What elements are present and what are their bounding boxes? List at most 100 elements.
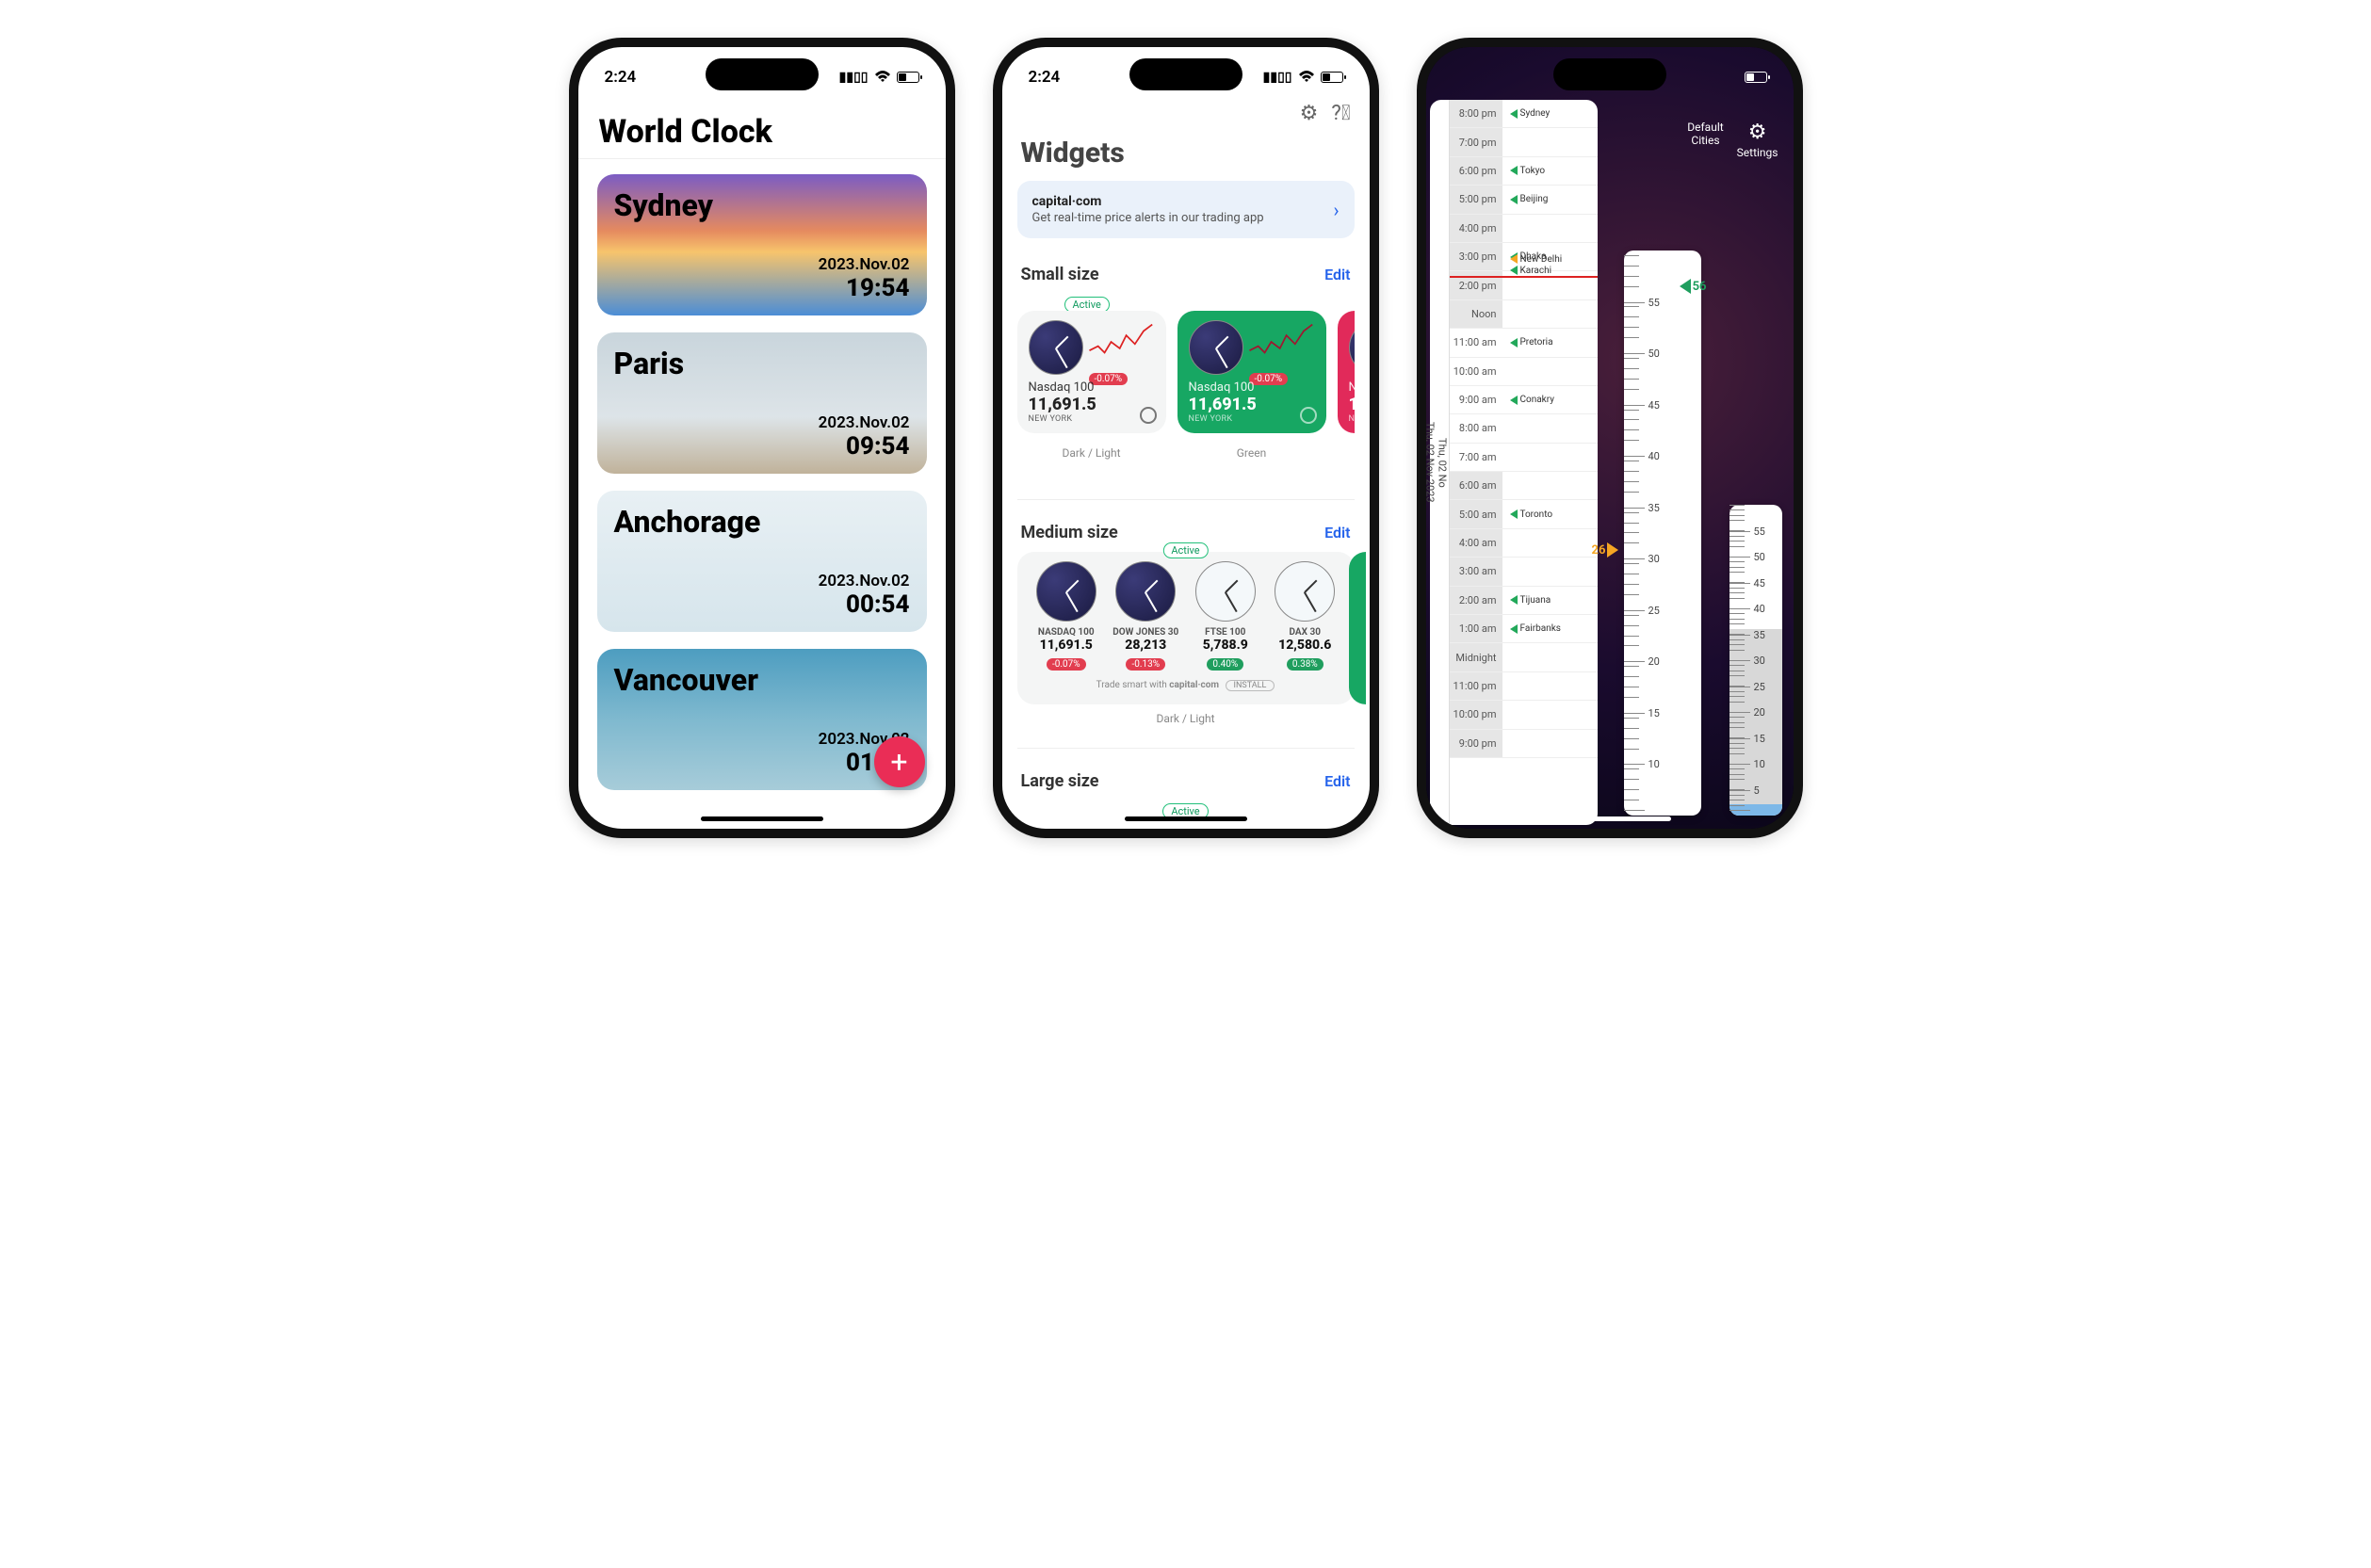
ruler-tick xyxy=(1624,410,1643,411)
ruler-main[interactable]: 55504540353025201510 56 26 xyxy=(1624,251,1701,816)
small-widget[interactable]: -0.07% Nasdaq 100 11,691.5 NEW YORK xyxy=(1177,311,1326,433)
notch xyxy=(1129,58,1242,90)
refresh-icon[interactable] xyxy=(1140,407,1157,424)
small-widgets-row[interactable]: -0.07% Nasdaq 100 11,691.5 NEW YORK -0.0… xyxy=(1017,311,1355,433)
hour-row[interactable]: 8:00 am xyxy=(1450,414,1598,443)
hour-row[interactable]: 2:00 am Tijuana xyxy=(1450,587,1598,615)
ruler-tick xyxy=(1624,337,1643,338)
ruler-tick xyxy=(1730,753,1748,754)
plus-icon: + xyxy=(890,744,907,780)
city-marker: Conakry xyxy=(1510,395,1554,405)
hour-label: 7:00 pm xyxy=(1450,128,1502,155)
city-card-anchorage[interactable]: Anchorage 2023.Nov.02 00:54 xyxy=(597,491,927,632)
city-time: 00:54 xyxy=(614,590,910,619)
small-widget[interactable]: -0.07% Nasdaq 100 11,691.5 NEW YORK xyxy=(1017,311,1166,433)
hour-label: 6:00 am xyxy=(1450,472,1502,499)
edit-button[interactable]: Edit xyxy=(1324,524,1350,542)
home-indicator[interactable] xyxy=(1125,816,1247,821)
current-time-line xyxy=(1450,276,1598,278)
ruler-tick xyxy=(1730,520,1748,521)
index-label: NASDAQ 100 xyxy=(1031,627,1103,638)
ruler-pointer-orange[interactable]: 26 xyxy=(1592,542,1619,558)
medium-widget[interactable]: Active NASDAQ 100 11,691.5 -0.07% DOW JO… xyxy=(1017,552,1355,704)
default-cities-button[interactable]: Default Cities xyxy=(1687,121,1723,159)
hour-row[interactable]: 10:00 am xyxy=(1450,358,1598,386)
trade-promo[interactable]: Trade smart with capital·com INSTALL xyxy=(1031,680,1341,691)
timeline-panel[interactable]: Thu, 02 No Thu, 02 Nov 2023 8:00 pm Sydn… xyxy=(1430,100,1598,825)
hour-row[interactable]: 4:00 am xyxy=(1450,529,1598,558)
hour-row[interactable]: 6:00 pm Tokyo xyxy=(1450,157,1598,186)
add-city-button[interactable]: + xyxy=(874,736,925,787)
triangle-icon xyxy=(1510,338,1518,348)
ruler-tick xyxy=(1624,594,1643,595)
index-value: 12,580.6 xyxy=(1269,638,1341,653)
city-marker: Tijuana xyxy=(1510,595,1551,606)
index-value: 11,691.5 xyxy=(1029,395,1155,414)
ruler-tick xyxy=(1624,768,1643,769)
hour-row[interactable]: 7:00 am xyxy=(1450,444,1598,472)
ruler-tick xyxy=(1624,779,1643,780)
hour-label: 11:00 pm xyxy=(1450,672,1502,700)
phone-timeline: 2:26 ▮▮▯▯ Default Cities ⚙ Settings Thu,… xyxy=(1417,38,1803,838)
hour-row[interactable]: 9:00 am Conakry xyxy=(1450,386,1598,414)
hour-row[interactable]: Midnight xyxy=(1450,643,1598,671)
hour-row[interactable]: 11:00 am Pretoria xyxy=(1450,329,1598,357)
city-label: Tokyo xyxy=(1520,166,1546,176)
ruler-tick xyxy=(1730,650,1748,651)
clock-icon xyxy=(1036,561,1096,622)
hour-row[interactable]: 10:00 pm xyxy=(1450,701,1598,729)
hour-row[interactable]: Noon xyxy=(1450,300,1598,329)
hour-row[interactable]: 4:00 pm xyxy=(1450,215,1598,243)
edit-button[interactable]: Edit xyxy=(1324,266,1350,283)
ruler-tick xyxy=(1730,509,1748,510)
section-header-large: Large size Edit xyxy=(1017,766,1355,800)
small-widget[interactable]: Nasdaq 11,691 NEW Y xyxy=(1338,311,1355,433)
hour-row[interactable]: 3:00 am xyxy=(1450,558,1598,586)
hour-row[interactable]: 5:00 am Toronto xyxy=(1450,500,1598,528)
promo-banner[interactable]: capital·com Get real-time price alerts i… xyxy=(1017,181,1355,238)
sparkline: -0.07% xyxy=(1089,320,1155,364)
index-value: 11,691.5 xyxy=(1189,395,1315,414)
hour-row[interactable]: 5:00 pm Beijing xyxy=(1450,186,1598,214)
install-button[interactable]: INSTALL xyxy=(1226,680,1275,691)
city-card-sydney[interactable]: Sydney 2023.Nov.02 19:54 xyxy=(597,174,927,315)
city-label: Tijuana xyxy=(1520,595,1551,606)
percent-badge: 0.38% xyxy=(1287,658,1324,671)
page-title: World Clock xyxy=(599,113,925,151)
hour-row[interactable]: 3:00 pm Dhaka New Delhi Karachi xyxy=(1450,243,1598,271)
ruler-tick xyxy=(1730,696,1748,697)
settings-button[interactable]: ⚙ Settings xyxy=(1737,121,1778,159)
ruler-tick xyxy=(1624,368,1643,369)
ruler-pointer-green[interactable]: 56 xyxy=(1680,279,1707,294)
hour-row[interactable]: 11:00 pm xyxy=(1450,672,1598,701)
ruler-tick xyxy=(1624,358,1643,359)
ruler-small[interactable]: 555045403530252015105 xyxy=(1730,505,1782,816)
triangle-icon xyxy=(1510,624,1518,634)
city-list[interactable]: Sydney 2023.Nov.02 19:54 Paris 2023.Nov.… xyxy=(578,159,946,805)
ruler-tick xyxy=(1624,636,1643,637)
ruler-tick xyxy=(1730,675,1748,676)
ruler-tick xyxy=(1624,389,1643,390)
settings-icon[interactable]: ⚙ xyxy=(1300,102,1319,125)
home-indicator[interactable] xyxy=(701,816,823,821)
home-indicator[interactable] xyxy=(1549,816,1671,821)
hour-list[interactable]: 8:00 pm Sydney7:00 pm6:00 pm Tokyo5:00 p… xyxy=(1449,100,1598,825)
hour-row[interactable]: 6:00 am xyxy=(1450,472,1598,500)
help-icon[interactable]: ?⃝ xyxy=(1331,102,1350,125)
widget-caption: Dark / Light xyxy=(1017,712,1355,725)
ruler-tick xyxy=(1730,743,1748,744)
ruler-tick xyxy=(1624,718,1643,719)
next-widget-peek[interactable] xyxy=(1349,552,1366,704)
city-label: Toronto xyxy=(1520,509,1553,520)
medium-widget-item: NASDAQ 100 11,691.5 -0.07% xyxy=(1031,561,1103,671)
index-value: 11,691.5 xyxy=(1031,638,1103,653)
refresh-icon[interactable] xyxy=(1300,407,1317,424)
ruler-tick xyxy=(1730,567,1748,568)
edit-button[interactable]: Edit xyxy=(1324,772,1350,790)
hour-row[interactable]: 1:00 am Fairbanks xyxy=(1450,615,1598,643)
city-card-paris[interactable]: Paris 2023.Nov.02 09:54 xyxy=(597,332,927,474)
hour-row[interactable]: 7:00 pm xyxy=(1450,128,1598,156)
hour-row[interactable]: 9:00 pm xyxy=(1450,730,1598,758)
ruler-tick xyxy=(1730,515,1748,516)
hour-row[interactable]: 8:00 pm Sydney xyxy=(1450,100,1598,128)
